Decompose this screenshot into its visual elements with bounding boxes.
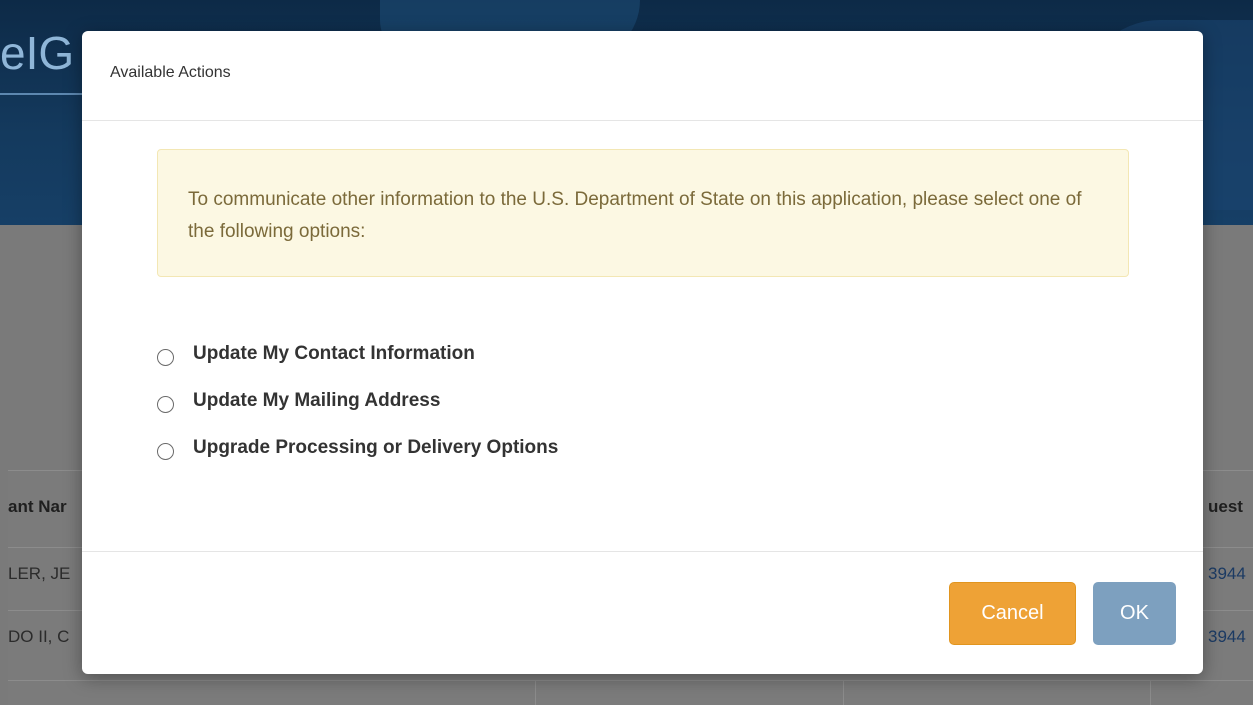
alert-message: To communicate other information to the … [188,189,1082,242]
radio-button[interactable] [157,349,174,366]
column-divider [843,680,844,705]
radio-button[interactable] [157,443,174,460]
ok-button[interactable]: OK [1093,582,1176,645]
request-number-link[interactable]: 3944 [1208,627,1246,647]
column-divider [535,680,536,705]
logo-underline [0,93,82,95]
option-label: Update My Mailing Address [193,390,441,411]
available-actions-dialog: Available Actions To communicate other i… [82,31,1203,674]
cancel-button[interactable]: Cancel [949,582,1076,645]
column-divider [1150,680,1151,705]
dialog-title: Available Actions [110,64,231,81]
radio-button[interactable] [157,396,174,413]
option-label: Upgrade Processing or Delivery Options [193,437,559,458]
applicant-name-cell: DO II, C [8,627,70,646]
applicant-name-cell: LER, JE [8,564,71,583]
dialog-footer: Cancel OK [82,551,1203,675]
option-label: Update My Contact Information [193,343,475,364]
column-header-request[interactable]: uest [1208,497,1243,517]
info-alert: To communicate other information to the … [157,149,1129,277]
table-row [8,680,1253,681]
column-header-applicant-name[interactable]: ant Nar [8,497,67,517]
site-logo: eIG [0,27,75,79]
request-number-link[interactable]: 3944 [1208,564,1246,584]
dialog-header: Available Actions [82,31,1203,121]
